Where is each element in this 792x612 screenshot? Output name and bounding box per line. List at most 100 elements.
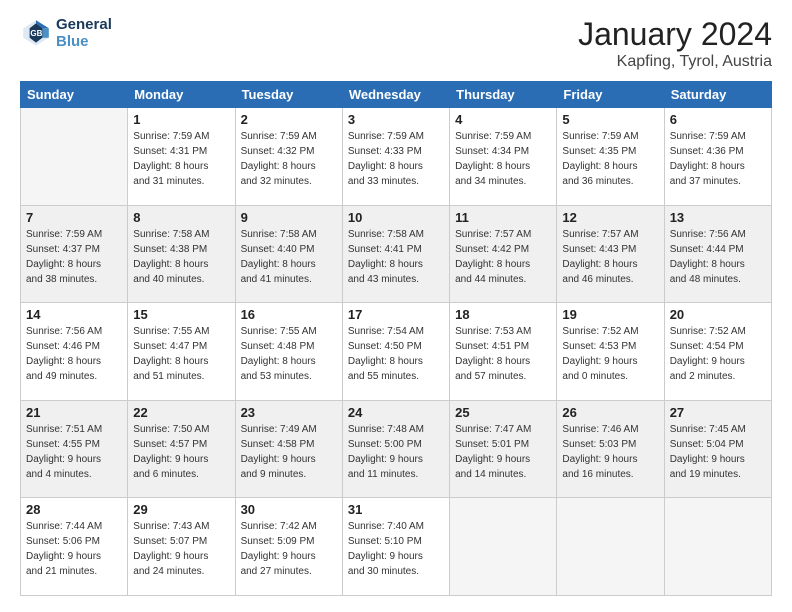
svg-text:GB: GB — [30, 29, 42, 38]
calendar-cell — [450, 498, 557, 596]
day-info: Sunrise: 7:56 AM Sunset: 4:46 PM Dayligh… — [26, 324, 122, 384]
calendar-cell: 8Sunrise: 7:58 AM Sunset: 4:38 PM Daylig… — [128, 205, 235, 303]
location-title: Kapfing, Tyrol, Austria — [578, 53, 772, 71]
calendar-cell: 19 Sunrise: 7:52 AM Sunset: 4:53 PM Dayli… — [557, 303, 664, 401]
day-info: Sunrise: 7:52 AM Sunset: 4:53 PM Dayligh… — [562, 324, 658, 384]
day-number: 20 — [670, 307, 766, 322]
calendar-cell — [664, 498, 771, 596]
day-number: 19 — [562, 307, 658, 322]
logo-icon: GB — [20, 17, 52, 49]
calendar-cell: 12 Sunrise: 7:57 AM Sunset: 4:43 PM Dayli… — [557, 205, 664, 303]
day-info: Sunrise: 7:44 AM Sunset: 5:06 PM Dayligh… — [26, 519, 122, 579]
day-number: 17 — [348, 307, 444, 322]
day-number: 27 — [670, 405, 766, 420]
calendar-cell: 22 Sunrise: 7:50 AM Sunset: 4:57 PM Dayli… — [128, 400, 235, 498]
day-number: 5 — [562, 112, 658, 127]
day-info: Sunrise: 7:55 AM Sunset: 4:48 PM Dayligh… — [241, 324, 337, 384]
col-monday: Monday — [128, 82, 235, 108]
calendar-cell: 20 Sunrise: 7:52 AM Sunset: 4:54 PM Dayli… — [664, 303, 771, 401]
day-number: 31 — [348, 502, 444, 517]
day-info: Sunrise: 7:59 AM Sunset: 4:31 PM Dayligh… — [133, 129, 229, 189]
col-saturday: Saturday — [664, 82, 771, 108]
day-info: Sunrise: 7:54 AM Sunset: 4:50 PM Dayligh… — [348, 324, 444, 384]
day-number: 18 — [455, 307, 551, 322]
day-info: Sunrise: 7:43 AM Sunset: 5:07 PM Dayligh… — [133, 519, 229, 579]
day-info: Sunrise: 7:47 AM Sunset: 5:01 PM Dayligh… — [455, 422, 551, 482]
day-info: Sunrise: 7:52 AM Sunset: 4:54 PM Dayligh… — [670, 324, 766, 384]
calendar-cell: 7 Sunrise: 7:59 AM Sunset: 4:37 PM Daylig… — [21, 205, 128, 303]
day-number: 4 — [455, 112, 551, 127]
day-info: Sunrise: 7:58 AM Sunset: 4:38 PM Dayligh… — [133, 227, 229, 287]
calendar-cell: 6 Sunrise: 7:59 AM Sunset: 4:36 PM Daylig… — [664, 108, 771, 206]
day-info: Sunrise: 7:59 AM Sunset: 4:32 PM Dayligh… — [241, 129, 337, 189]
calendar-cell: 10Sunrise: 7:58 AM Sunset: 4:41 PM Dayli… — [342, 205, 449, 303]
calendar-cell: 15Sunrise: 7:55 AM Sunset: 4:47 PM Dayli… — [128, 303, 235, 401]
calendar-cell: 17 Sunrise: 7:54 AM Sunset: 4:50 PM Dayli… — [342, 303, 449, 401]
col-wednesday: Wednesday — [342, 82, 449, 108]
calendar-cell: 24Sunrise: 7:48 AM Sunset: 5:00 PM Dayli… — [342, 400, 449, 498]
day-info: Sunrise: 7:49 AM Sunset: 4:58 PM Dayligh… — [241, 422, 337, 482]
day-number: 21 — [26, 405, 122, 420]
calendar-table: Sunday Monday Tuesday Wednesday Thursday… — [20, 81, 772, 596]
day-info: Sunrise: 7:59 AM Sunset: 4:34 PM Dayligh… — [455, 129, 551, 189]
day-info: Sunrise: 7:58 AM Sunset: 4:41 PM Dayligh… — [348, 227, 444, 287]
title-block: January 2024 Kapfing, Tyrol, Austria — [578, 16, 772, 71]
day-number: 13 — [670, 210, 766, 225]
day-number: 30 — [241, 502, 337, 517]
calendar-cell: 21 Sunrise: 7:51 AM Sunset: 4:55 PM Dayli… — [21, 400, 128, 498]
day-info: Sunrise: 7:46 AM Sunset: 5:03 PM Dayligh… — [562, 422, 658, 482]
header: GB General Blue January 2024 Kapfing, Ty… — [20, 16, 772, 71]
calendar-cell: 27 Sunrise: 7:45 AM Sunset: 5:04 PM Dayli… — [664, 400, 771, 498]
calendar-cell: 14 Sunrise: 7:56 AM Sunset: 4:46 PM Dayli… — [21, 303, 128, 401]
day-number: 16 — [241, 307, 337, 322]
calendar-cell: 26 Sunrise: 7:46 AM Sunset: 5:03 PM Dayli… — [557, 400, 664, 498]
month-title: January 2024 — [578, 16, 772, 53]
day-info: Sunrise: 7:59 AM Sunset: 4:37 PM Dayligh… — [26, 227, 122, 287]
col-friday: Friday — [557, 82, 664, 108]
day-info: Sunrise: 7:42 AM Sunset: 5:09 PM Dayligh… — [241, 519, 337, 579]
calendar-cell: 5Sunrise: 7:59 AM Sunset: 4:35 PM Daylig… — [557, 108, 664, 206]
day-number: 28 — [26, 502, 122, 517]
logo: GB General Blue — [20, 16, 112, 50]
calendar-cell — [557, 498, 664, 596]
calendar-week-row: 21 Sunrise: 7:51 AM Sunset: 4:55 PM Dayli… — [21, 400, 772, 498]
calendar-cell: 28 Sunrise: 7:44 AM Sunset: 5:06 PM Dayli… — [21, 498, 128, 596]
day-number: 15 — [133, 307, 229, 322]
day-info: Sunrise: 7:59 AM Sunset: 4:36 PM Dayligh… — [670, 129, 766, 189]
calendar-cell: 11Sunrise: 7:57 AM Sunset: 4:42 PM Dayli… — [450, 205, 557, 303]
day-number: 26 — [562, 405, 658, 420]
day-number: 2 — [241, 112, 337, 127]
calendar-cell: 31Sunrise: 7:40 AM Sunset: 5:10 PM Dayli… — [342, 498, 449, 596]
calendar-week-row: 1Sunrise: 7:59 AM Sunset: 4:31 PM Daylig… — [21, 108, 772, 206]
calendar-page: GB General Blue January 2024 Kapfing, Ty… — [0, 0, 792, 612]
day-number: 29 — [133, 502, 229, 517]
day-number: 22 — [133, 405, 229, 420]
day-info: Sunrise: 7:57 AM Sunset: 4:43 PM Dayligh… — [562, 227, 658, 287]
day-number: 12 — [562, 210, 658, 225]
calendar-cell: 23 Sunrise: 7:49 AM Sunset: 4:58 PM Dayli… — [235, 400, 342, 498]
day-number: 24 — [348, 405, 444, 420]
day-number: 25 — [455, 405, 551, 420]
day-number: 23 — [241, 405, 337, 420]
day-number: 14 — [26, 307, 122, 322]
day-info: Sunrise: 7:51 AM Sunset: 4:55 PM Dayligh… — [26, 422, 122, 482]
day-number: 3 — [348, 112, 444, 127]
calendar-cell: 9Sunrise: 7:58 AM Sunset: 4:40 PM Daylig… — [235, 205, 342, 303]
calendar-cell: 3 Sunrise: 7:59 AM Sunset: 4:33 PM Daylig… — [342, 108, 449, 206]
col-sunday: Sunday — [21, 82, 128, 108]
calendar-cell — [21, 108, 128, 206]
day-info: Sunrise: 7:45 AM Sunset: 5:04 PM Dayligh… — [670, 422, 766, 482]
calendar-cell: 29 Sunrise: 7:43 AM Sunset: 5:07 PM Dayli… — [128, 498, 235, 596]
calendar-cell: 25 Sunrise: 7:47 AM Sunset: 5:01 PM Dayli… — [450, 400, 557, 498]
day-number: 9 — [241, 210, 337, 225]
day-info: Sunrise: 7:59 AM Sunset: 4:33 PM Dayligh… — [348, 129, 444, 189]
calendar-cell: 4 Sunrise: 7:59 AM Sunset: 4:34 PM Daylig… — [450, 108, 557, 206]
day-info: Sunrise: 7:50 AM Sunset: 4:57 PM Dayligh… — [133, 422, 229, 482]
calendar-cell: 16 Sunrise: 7:55 AM Sunset: 4:48 PM Dayli… — [235, 303, 342, 401]
day-info: Sunrise: 7:53 AM Sunset: 4:51 PM Dayligh… — [455, 324, 551, 384]
calendar-week-row: 28 Sunrise: 7:44 AM Sunset: 5:06 PM Dayli… — [21, 498, 772, 596]
day-number: 7 — [26, 210, 122, 225]
day-number: 6 — [670, 112, 766, 127]
day-number: 11 — [455, 210, 551, 225]
calendar-cell: 30 Sunrise: 7:42 AM Sunset: 5:09 PM Dayli… — [235, 498, 342, 596]
